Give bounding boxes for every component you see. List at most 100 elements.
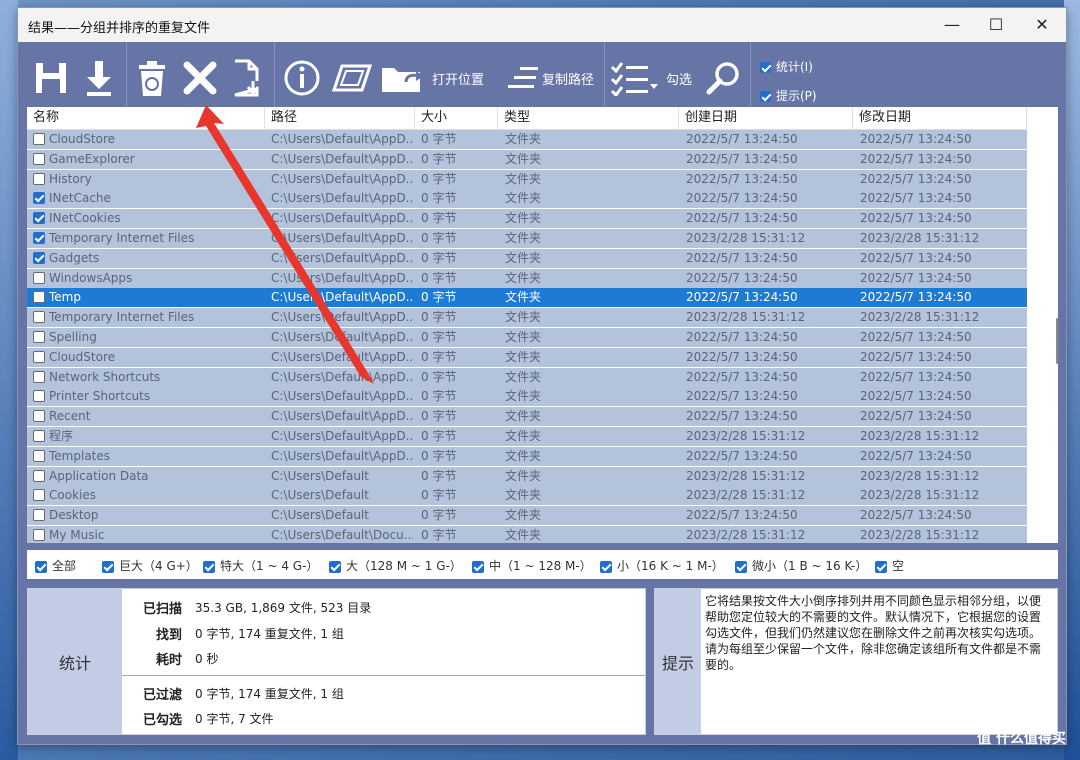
column-header-created[interactable]: 创建日期: [679, 107, 853, 129]
move-file-button[interactable]: [228, 52, 268, 104]
column-header-type[interactable]: 类型: [498, 107, 679, 129]
save-button[interactable]: [30, 52, 72, 104]
cell-type: 文件夹: [505, 231, 542, 245]
size-filter-label: 空: [892, 559, 905, 573]
vertical-scrollbar[interactable]: [1036, 107, 1058, 543]
cell-name: Recent: [49, 409, 91, 424]
cell-modified: 2023/2/28 15:31:12: [860, 528, 980, 542]
table-row[interactable]: Temp C:\Users\Default\AppD... 0 字节 文件夹 2022/…: [27, 288, 1027, 308]
row-checkbox[interactable]: [33, 311, 45, 324]
properties-button[interactable]: [280, 52, 324, 104]
size-filter-checkbox[interactable]: 特大（1 ~ 4 G-）: [203, 557, 318, 574]
column-header-size[interactable]: 大小: [415, 107, 498, 129]
table-row[interactable]: 程序 C:\Users\Default\AppD... 0 字节 文件夹 2023/2/…: [27, 427, 1027, 446]
table-row[interactable]: Gadgets C:\Users\Default\AppD... 0 字节 文件夹 20…: [27, 248, 1027, 268]
row-checkbox[interactable]: [33, 291, 45, 304]
row-checkbox[interactable]: [33, 331, 45, 343]
row-checkbox[interactable]: [33, 232, 45, 244]
cell-type: 文件夹: [505, 468, 542, 483]
size-filter-label: 大（128 M ~ 1 G-）: [346, 559, 462, 573]
size-filter-checkbox[interactable]: 中（1 ~ 128 M-）: [472, 557, 592, 574]
size-filter-checkbox[interactable]: 全部: [35, 557, 76, 574]
minimize-button[interactable]: —: [930, 12, 974, 38]
row-checkbox[interactable]: [33, 489, 45, 502]
size-filter-checkbox[interactable]: 巨大（4 G+）: [102, 557, 198, 574]
table-row[interactable]: Cookies C:\Users\Default 0 字节 文件夹 2023/2/28 …: [27, 486, 1027, 506]
table-row[interactable]: Network Shortcuts C:\Users\Default\AppD..…: [27, 367, 1027, 387]
delete-button[interactable]: [180, 52, 220, 104]
table-row[interactable]: History C:\Users\Default\AppD... 0 字节 文件夹 20…: [27, 169, 1027, 189]
row-checkbox[interactable]: [33, 251, 45, 264]
table-row[interactable]: CloudStore C:\Users\Default\AppD... 0 字节 文件…: [27, 347, 1027, 367]
check-menu-button[interactable]: 勾选: [610, 52, 700, 104]
stats-toggle-checkbox[interactable]: 统计(I): [760, 58, 813, 75]
close-window-button[interactable]: ✕: [1020, 12, 1064, 38]
size-filter-checkbox[interactable]: 小（16 K ~ 1 M-）: [600, 557, 724, 574]
table-row[interactable]: Desktop C:\Users\Default 0 字节 文件夹 2022/5/7 1…: [27, 506, 1027, 526]
table-row[interactable]: Temporary Internet Files C:\Users\Default…: [27, 308, 1027, 328]
row-checkbox[interactable]: [33, 529, 45, 541]
table-row[interactable]: INetCache C:\Users\Default\AppD... 0 字节 文件夹…: [27, 189, 1027, 209]
row-checkbox[interactable]: [33, 133, 45, 145]
row-checkbox[interactable]: [33, 469, 45, 482]
table-row[interactable]: INetCookies C:\Users\Default\AppD... 0 字节 文…: [27, 209, 1027, 229]
export-button[interactable]: [78, 52, 120, 104]
table-row[interactable]: My Music C:\Users\Default\Docu... 0 字节 文件夹 2…: [27, 526, 1027, 543]
row-checkbox[interactable]: [33, 212, 45, 225]
cell-size: 0 字节: [421, 231, 457, 245]
row-checkbox[interactable]: [33, 192, 45, 205]
size-filter-checkbox[interactable]: 空: [875, 557, 904, 574]
results-window: 结果——分组并排序的重复文件 — ☐ ✕ 打开位置 复制路径 勾选 统计(I) …: [17, 7, 1067, 745]
recycle-button[interactable]: [134, 52, 170, 104]
copy-path-button[interactable]: 复制路径: [506, 52, 602, 104]
cell-size: 0 字节: [421, 191, 457, 206]
hint-panel-label: 提示: [655, 589, 701, 734]
maximize-button[interactable]: ☐: [974, 12, 1018, 38]
cell-modified: 2022/5/7 13:24:50: [860, 211, 972, 226]
cell-path: C:\Users\Default\AppD...: [271, 132, 413, 146]
cell-type: 文件夹: [505, 290, 542, 305]
column-header-name[interactable]: 名称: [27, 107, 265, 129]
row-checkbox[interactable]: [33, 509, 45, 522]
table-row[interactable]: Spelling C:\Users\Default\AppD... 0 字节 文件夹 2…: [27, 328, 1027, 347]
hint-panel: 提示 它将结果按文件大小倒序排列并用不同颜色显示相邻分组，以便帮助您定位较大的不…: [654, 588, 1058, 735]
row-checkbox[interactable]: [33, 152, 45, 165]
stats-value-elapsed: 0 秒: [195, 652, 219, 666]
table-row[interactable]: WindowsApps C:\Users\Default\AppD... 0 字节 文…: [27, 268, 1027, 288]
row-checkbox[interactable]: [33, 370, 45, 383]
table-row[interactable]: Templates C:\Users\Default\AppD... 0 字节 文件夹…: [27, 446, 1027, 466]
row-checkbox[interactable]: [33, 430, 45, 442]
list-header: 名称 路径 大小 类型 创建日期 修改日期: [27, 107, 1027, 130]
open-location-button[interactable]: 打开位置: [380, 52, 500, 104]
table-row[interactable]: CloudStore C:\Users\Default\AppD... 0 字节 文件…: [27, 130, 1027, 149]
table-row[interactable]: Recent C:\Users\Default\AppD... 0 字节 文件夹 202…: [27, 407, 1027, 427]
search-button[interactable]: [702, 52, 746, 104]
cell-modified: 2023/2/28 15:31:12: [860, 488, 980, 503]
row-checkbox[interactable]: [33, 410, 45, 423]
copy-path-icon: [508, 67, 538, 88]
table-row[interactable]: Application Data C:\Users\Default 0 字节 文件夹 2…: [27, 466, 1027, 486]
size-filter-checkbox[interactable]: 微小（1 B ~ 16 K-）: [735, 557, 867, 574]
row-checkbox[interactable]: [33, 449, 45, 462]
size-filter-checkbox[interactable]: 大（128 M ~ 1 G-）: [329, 557, 462, 574]
hint-toggle-checkbox[interactable]: 提示(P): [760, 87, 817, 104]
table-row[interactable]: GameExplorer C:\Users\Default\AppD... 0 字节…: [27, 149, 1027, 169]
cell-modified: 2023/2/28 15:31:12: [860, 231, 980, 245]
cell-size: 0 字节: [421, 151, 457, 166]
column-header-modified[interactable]: 修改日期: [853, 107, 1027, 129]
cell-created: 2022/5/7 13:24:50: [686, 132, 798, 146]
cell-name: History: [49, 171, 92, 186]
column-header-path[interactable]: 路径: [265, 107, 415, 129]
cell-path: C:\Users\Default\AppD...: [271, 270, 413, 285]
cell-name: WindowsApps: [49, 270, 133, 285]
cell-name: Temporary Internet Files: [49, 231, 195, 245]
size-filter-bar: 全部 巨大（4 G+） 特大（1 ~ 4 G-） 大（128 M ~ 1 G-） 中（1…: [27, 550, 1058, 579]
table-row[interactable]: Printer Shortcuts C:\Users\Default\AppD..…: [27, 387, 1027, 407]
row-checkbox[interactable]: [33, 271, 45, 284]
scrollbar-thumb[interactable]: [1056, 318, 1058, 364]
row-checkbox[interactable]: [33, 390, 45, 403]
row-checkbox[interactable]: [33, 350, 45, 363]
row-checkbox[interactable]: [33, 172, 45, 185]
table-row[interactable]: Temporary Internet Files C:\Users\Default…: [27, 229, 1027, 248]
preview-button[interactable]: [330, 52, 374, 104]
